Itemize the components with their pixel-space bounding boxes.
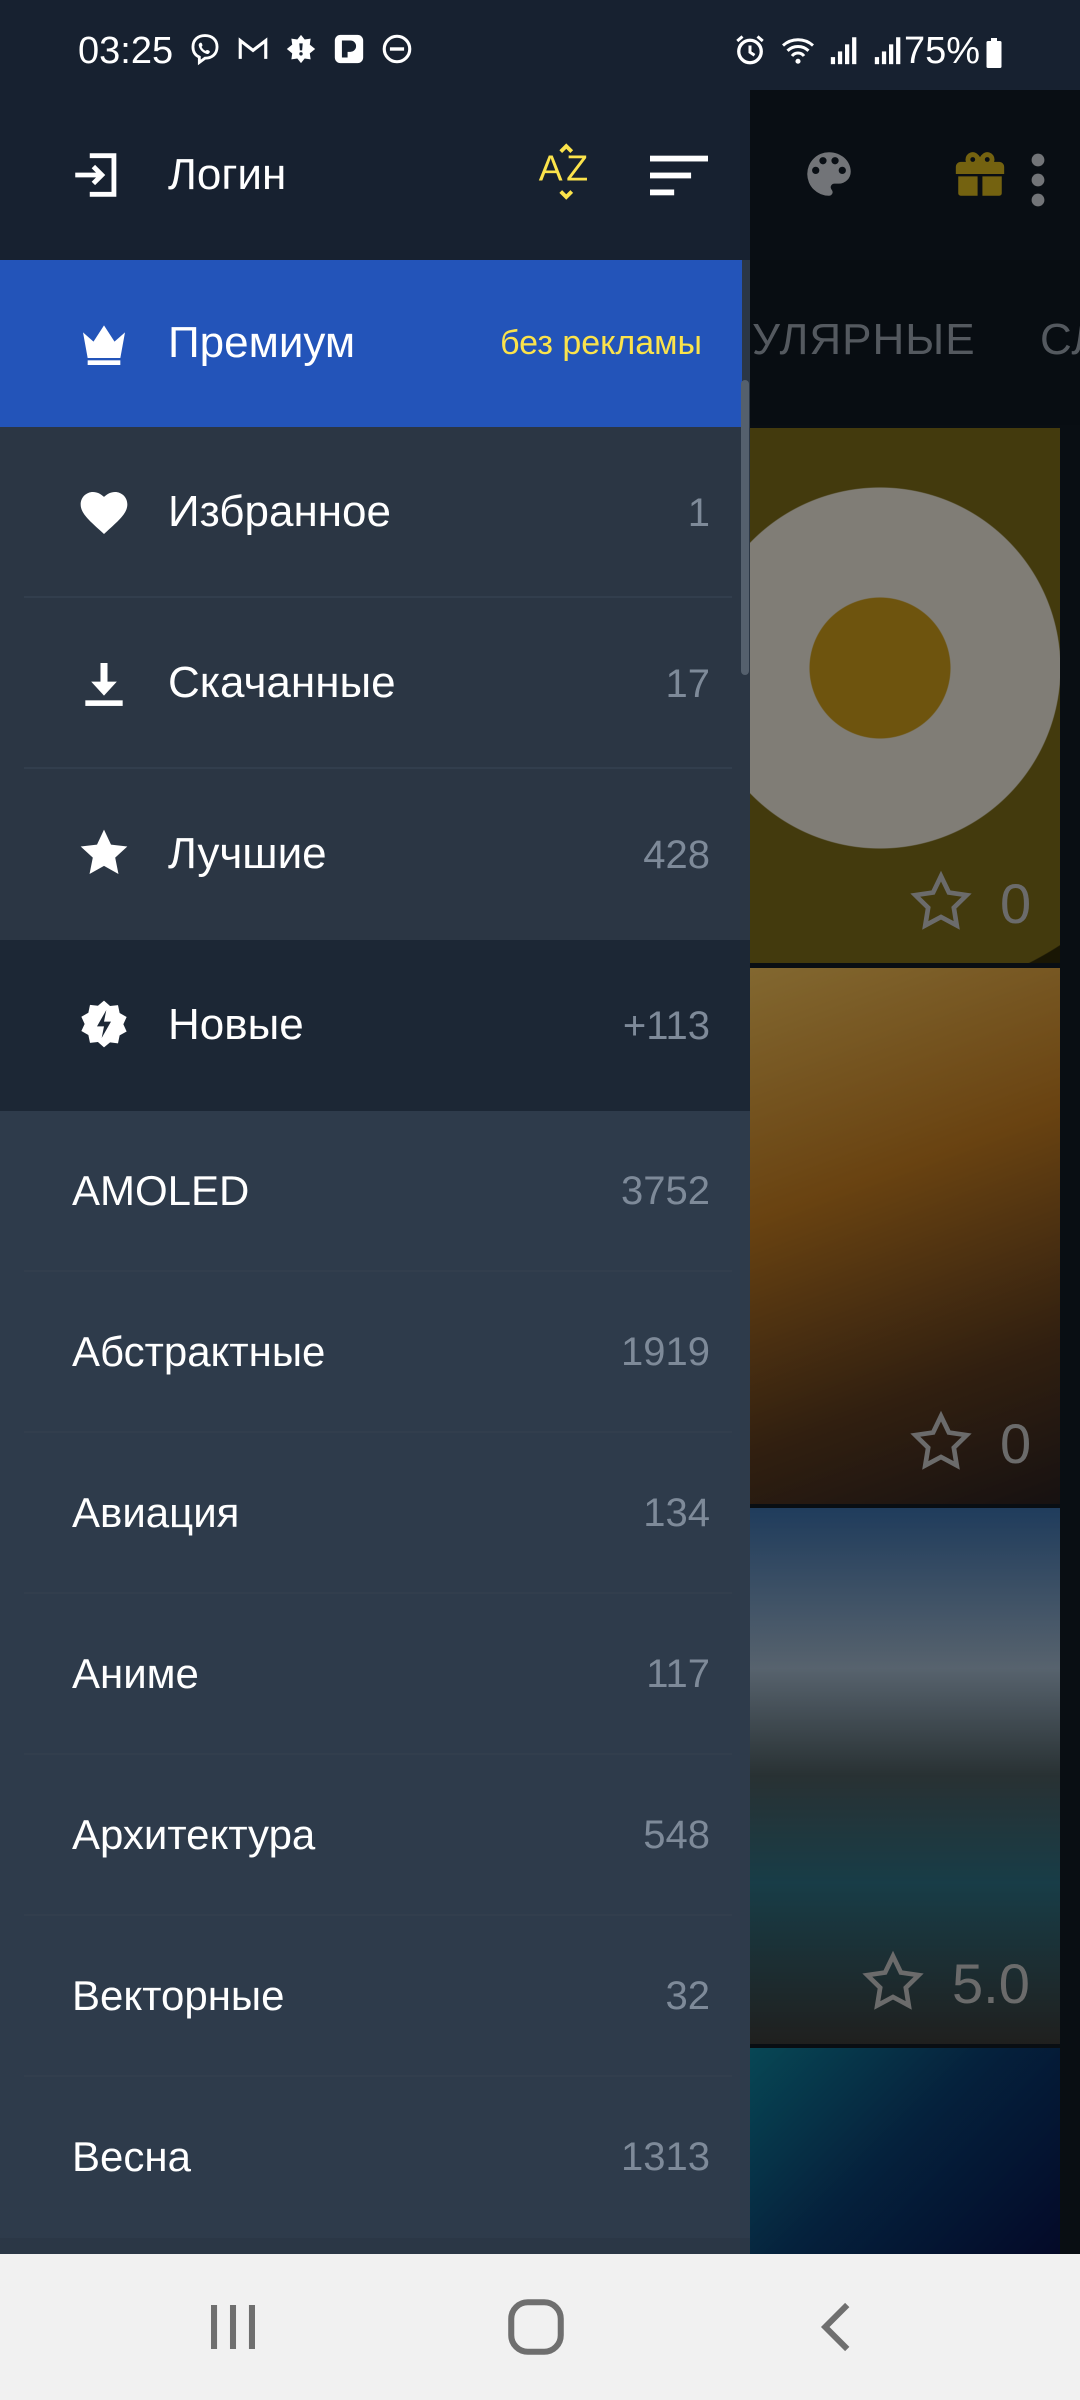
category-label: Весна: [72, 2133, 191, 2180]
drawer-header: Логин A Z: [0, 90, 750, 260]
sort-az-icon[interactable]: A Z: [536, 142, 602, 208]
app-icon: [334, 34, 364, 64]
menu-item-favorites[interactable]: Избранное 1: [0, 427, 750, 598]
wifi-icon: [782, 38, 814, 64]
login-button[interactable]: Логин: [168, 150, 286, 200]
category-count: 32: [665, 1974, 711, 2018]
category-count: 1313: [621, 2135, 710, 2179]
category-label: Архитектура: [72, 1811, 316, 1858]
category-count: 117: [646, 1652, 710, 1696]
category-item[interactable]: Векторные 32: [0, 1916, 750, 2077]
login-icon[interactable]: [68, 146, 126, 204]
premium-item[interactable]: Премиум без рекламы: [0, 260, 742, 427]
menu-item-new[interactable]: Новые +113: [0, 940, 750, 1111]
menu-item-count: +113: [622, 1004, 710, 1048]
svg-text:A: A: [539, 149, 563, 189]
premium-note: без рекламы: [500, 324, 702, 362]
menu-item-count: 428: [643, 833, 710, 877]
home-icon[interactable]: [503, 2294, 569, 2360]
download-icon: [85, 663, 123, 706]
status-bar: 03:25 75%: [0, 0, 1080, 90]
category-label: Абстрактные: [72, 1328, 326, 1375]
screen: УЛЯРНЫЕ СЛ 0 0 5.0 03:25: [0, 0, 1080, 2400]
do-not-disturb-icon: [382, 34, 412, 64]
star-icon: [80, 829, 128, 874]
menu-item-label: Лучшие: [168, 829, 327, 878]
category-item[interactable]: AMOLED 3752: [0, 1111, 750, 1272]
category-label: Аниме: [72, 1650, 199, 1697]
signal-icon: [830, 37, 857, 65]
category-label: Векторные: [72, 1972, 285, 2019]
category-item[interactable]: Аниме 117: [0, 1594, 750, 1755]
battery-percent: 75%: [904, 30, 981, 72]
crown-icon: [83, 325, 125, 365]
battery-icon: [986, 38, 1002, 68]
category-count: 134: [643, 1491, 710, 1535]
notification-icons: [188, 32, 414, 66]
category-label: Авиация: [72, 1489, 240, 1536]
recent-apps-icon[interactable]: [200, 2294, 266, 2360]
category-label: AMOLED: [72, 1167, 250, 1214]
drawer-scrollbar[interactable]: [741, 380, 749, 675]
back-icon[interactable]: [806, 2294, 872, 2360]
category-item[interactable]: Авиация 134: [0, 1433, 750, 1594]
menu-item-count: 17: [665, 662, 711, 706]
sort-list-icon[interactable]: [650, 152, 708, 198]
category-item[interactable]: Весна 1313: [0, 2077, 750, 2238]
menu-item-downloads[interactable]: Скачанные 17: [0, 598, 750, 769]
new-badge-icon: [81, 1000, 127, 1048]
premium-label: Премиум: [168, 318, 356, 367]
menu-item-count: 1: [687, 491, 710, 535]
category-count: 1919: [621, 1330, 710, 1374]
menu-item-label: Скачанные: [168, 658, 396, 707]
status-time: 03:25: [78, 30, 174, 72]
signal-icon: [874, 37, 901, 65]
menu-item-best[interactable]: Лучшие 428: [0, 769, 750, 940]
gmail-icon: [238, 37, 268, 59]
category-count: 3752: [621, 1169, 710, 1213]
system-nav-bar: [0, 2254, 1080, 2400]
category-count: 548: [643, 1813, 710, 1857]
category-item[interactable]: Абстрактные 1919: [0, 1272, 750, 1433]
viber-icon: [191, 34, 219, 66]
system-icons: [732, 32, 906, 68]
badge-icon: [286, 34, 316, 64]
alarm-icon: [736, 35, 764, 65]
navigation-drawer: Логин A Z Премиум без рекламы Избранное …: [0, 90, 750, 2254]
svg-text:Z: Z: [566, 149, 588, 189]
heart-icon: [80, 492, 128, 534]
menu-item-label: Новые: [168, 1000, 304, 1049]
menu-item-label: Избранное: [168, 487, 391, 536]
category-item[interactable]: Архитектура 548: [0, 1755, 750, 1916]
